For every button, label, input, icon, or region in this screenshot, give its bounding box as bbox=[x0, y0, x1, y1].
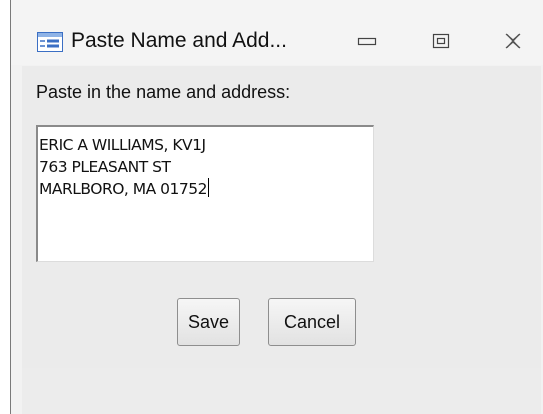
address-line-city: MARLBORO, MA 01752 bbox=[39, 180, 207, 198]
restore-button[interactable] bbox=[424, 28, 458, 54]
cancel-button[interactable]: Cancel bbox=[268, 298, 356, 346]
prompt-label: Paste in the name and address: bbox=[36, 82, 291, 102]
minimize-button[interactable] bbox=[350, 28, 384, 54]
address-line-name: ERIC A WILLIAMS, KV1J bbox=[39, 136, 206, 154]
text-caret bbox=[207, 178, 209, 197]
paste-name-address-dialog: Paste Name and Add... Paste in the name … bbox=[10, 0, 543, 414]
form-body: Paste in the name and address: ERIC A WI… bbox=[22, 66, 541, 368]
dialog-footer bbox=[22, 368, 541, 414]
save-button[interactable]: Save bbox=[177, 298, 240, 346]
close-icon bbox=[505, 33, 521, 49]
restore-icon bbox=[432, 33, 450, 49]
name-address-textarea[interactable]: ERIC A WILLIAMS, KV1J 763 PLEASANT ST MA… bbox=[36, 125, 374, 262]
title-bar[interactable]: Paste Name and Add... bbox=[11, 0, 543, 65]
minimize-icon bbox=[357, 37, 377, 46]
close-button[interactable] bbox=[496, 28, 530, 54]
window-title: Paste Name and Add... bbox=[71, 29, 287, 52]
address-line-street: 763 PLEASANT ST bbox=[39, 158, 171, 176]
form-icon bbox=[37, 32, 63, 52]
